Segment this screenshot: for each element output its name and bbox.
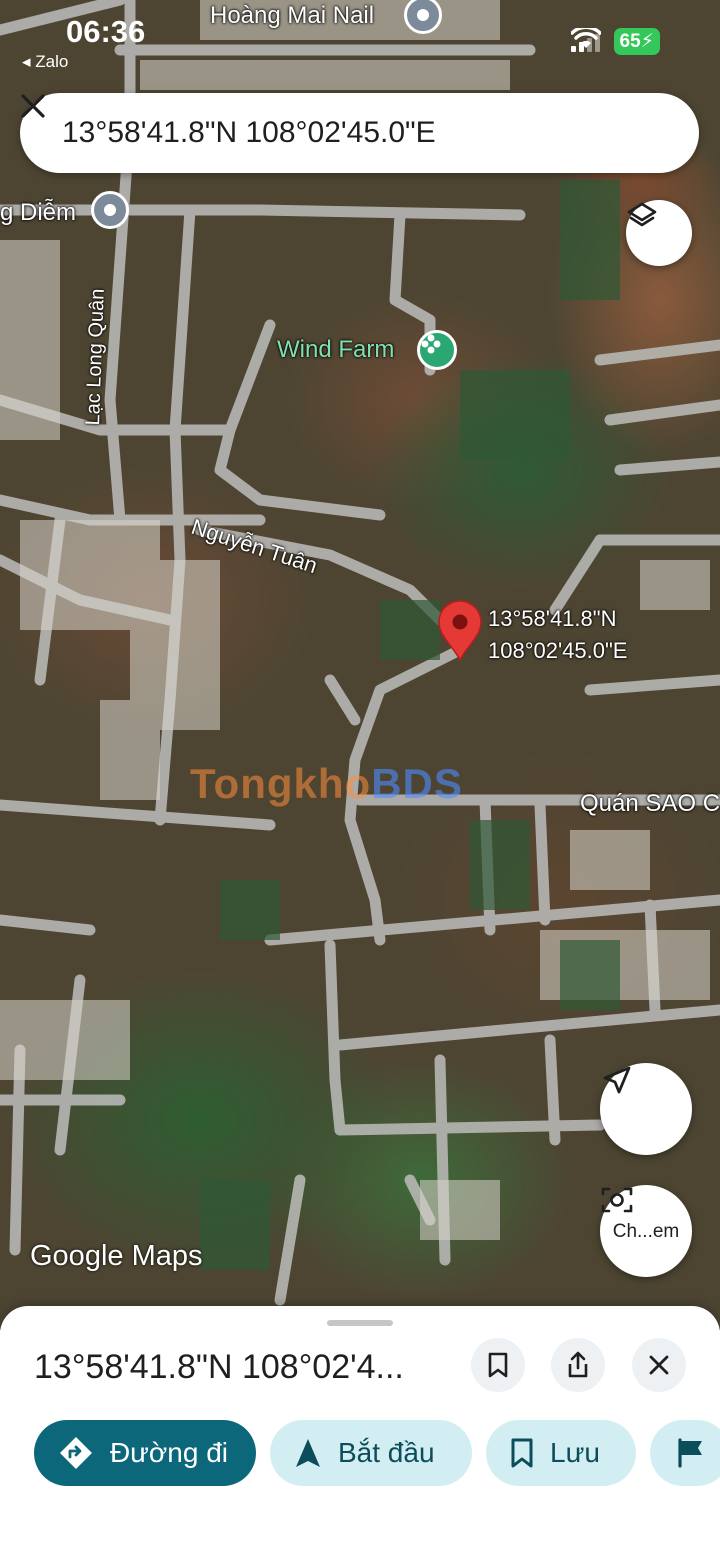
- pin-longitude: 108°02'45.0"E: [488, 638, 628, 663]
- battery-indicator: 65⚡: [613, 28, 660, 55]
- clear-search-button[interactable]: [21, 94, 675, 153]
- place-title: 13°58'41.8"N 108°02'4...: [34, 1348, 404, 1386]
- close-icon: [649, 1355, 669, 1375]
- watermark-accent: BDS: [371, 760, 463, 807]
- directions-label: Đường đi: [109, 1437, 228, 1468]
- start-navigation-button[interactable]: Bắt đầu: [270, 1420, 472, 1486]
- my-location-button[interactable]: [600, 1063, 692, 1155]
- map-label-diem[interactable]: g Diễm: [0, 199, 76, 227]
- navigation-icon: [296, 1439, 320, 1467]
- bookmark-icon: [488, 1352, 508, 1378]
- save-label: Lưu: [550, 1437, 600, 1468]
- share-icon: [568, 1351, 588, 1378]
- save-button[interactable]: Lưu: [486, 1420, 636, 1486]
- status-time: 06:36: [66, 14, 146, 49]
- google-maps-logo: Google Maps: [30, 1240, 203, 1272]
- close-sheet-button[interactable]: [632, 1338, 686, 1392]
- layers-icon: [627, 202, 657, 227]
- satellite-map[interactable]: 06:36 ◂ Zalo 65⚡ Hoàng Mai Nail g Diễm L…: [0, 0, 720, 1330]
- map-label-quan-sao[interactable]: Quán SAO C: [580, 790, 720, 818]
- drag-handle[interactable]: [327, 1320, 393, 1326]
- map-label-lac-long-quan: Lạc Long Quân: [82, 288, 109, 426]
- action-chips: Đường đi Bắt đầu Lưu: [34, 1420, 720, 1486]
- status-icons: 65⚡: [570, 28, 660, 55]
- place-marker-icon[interactable]: [91, 191, 129, 229]
- flower-icon[interactable]: [417, 330, 457, 370]
- lens-button[interactable]: Ch...em: [600, 1185, 692, 1277]
- watermark: TongkhoBDS: [190, 760, 463, 808]
- lens-label: Ch...em: [612, 1221, 680, 1242]
- map-label-wind-farm[interactable]: Wind Farm: [277, 336, 394, 364]
- camera-lens-icon: [601, 1187, 633, 1213]
- start-label: Bắt đầu: [338, 1437, 435, 1468]
- bookmark-button[interactable]: [471, 1338, 525, 1392]
- place-bottom-sheet[interactable]: 13°58'41.8"N 108°02'4... Đường đi Bắt đầ…: [0, 1306, 720, 1557]
- share-button[interactable]: [551, 1338, 605, 1392]
- map-label-hoang-mai-nail[interactable]: Hoàng Mai Nail: [210, 2, 374, 30]
- directions-button[interactable]: Đường đi: [34, 1420, 256, 1486]
- directions-icon: [59, 1437, 92, 1469]
- bookmark-icon: [511, 1438, 533, 1468]
- flag-icon: [678, 1438, 702, 1468]
- battery-level: 65: [619, 31, 641, 52]
- navigation-arrow-icon: [603, 1066, 631, 1094]
- label-button[interactable]: [650, 1420, 720, 1486]
- watermark-main: Tongkho: [190, 760, 372, 807]
- back-to-app-link[interactable]: ◂ Zalo: [22, 52, 68, 72]
- close-icon: [21, 94, 45, 118]
- dropped-pin-icon[interactable]: [437, 600, 483, 662]
- wifi-icon: [570, 28, 601, 48]
- pin-coordinates-label: 13°58'41.8"N 108°02'45.0"E: [488, 603, 627, 667]
- pin-latitude: 13°58'41.8"N: [488, 606, 617, 631]
- search-bar[interactable]: 13°58'41.8"N 108°02'45.0"E: [20, 93, 699, 173]
- search-input[interactable]: 13°58'41.8"N 108°02'45.0"E: [62, 116, 635, 150]
- layers-button[interactable]: [626, 200, 692, 266]
